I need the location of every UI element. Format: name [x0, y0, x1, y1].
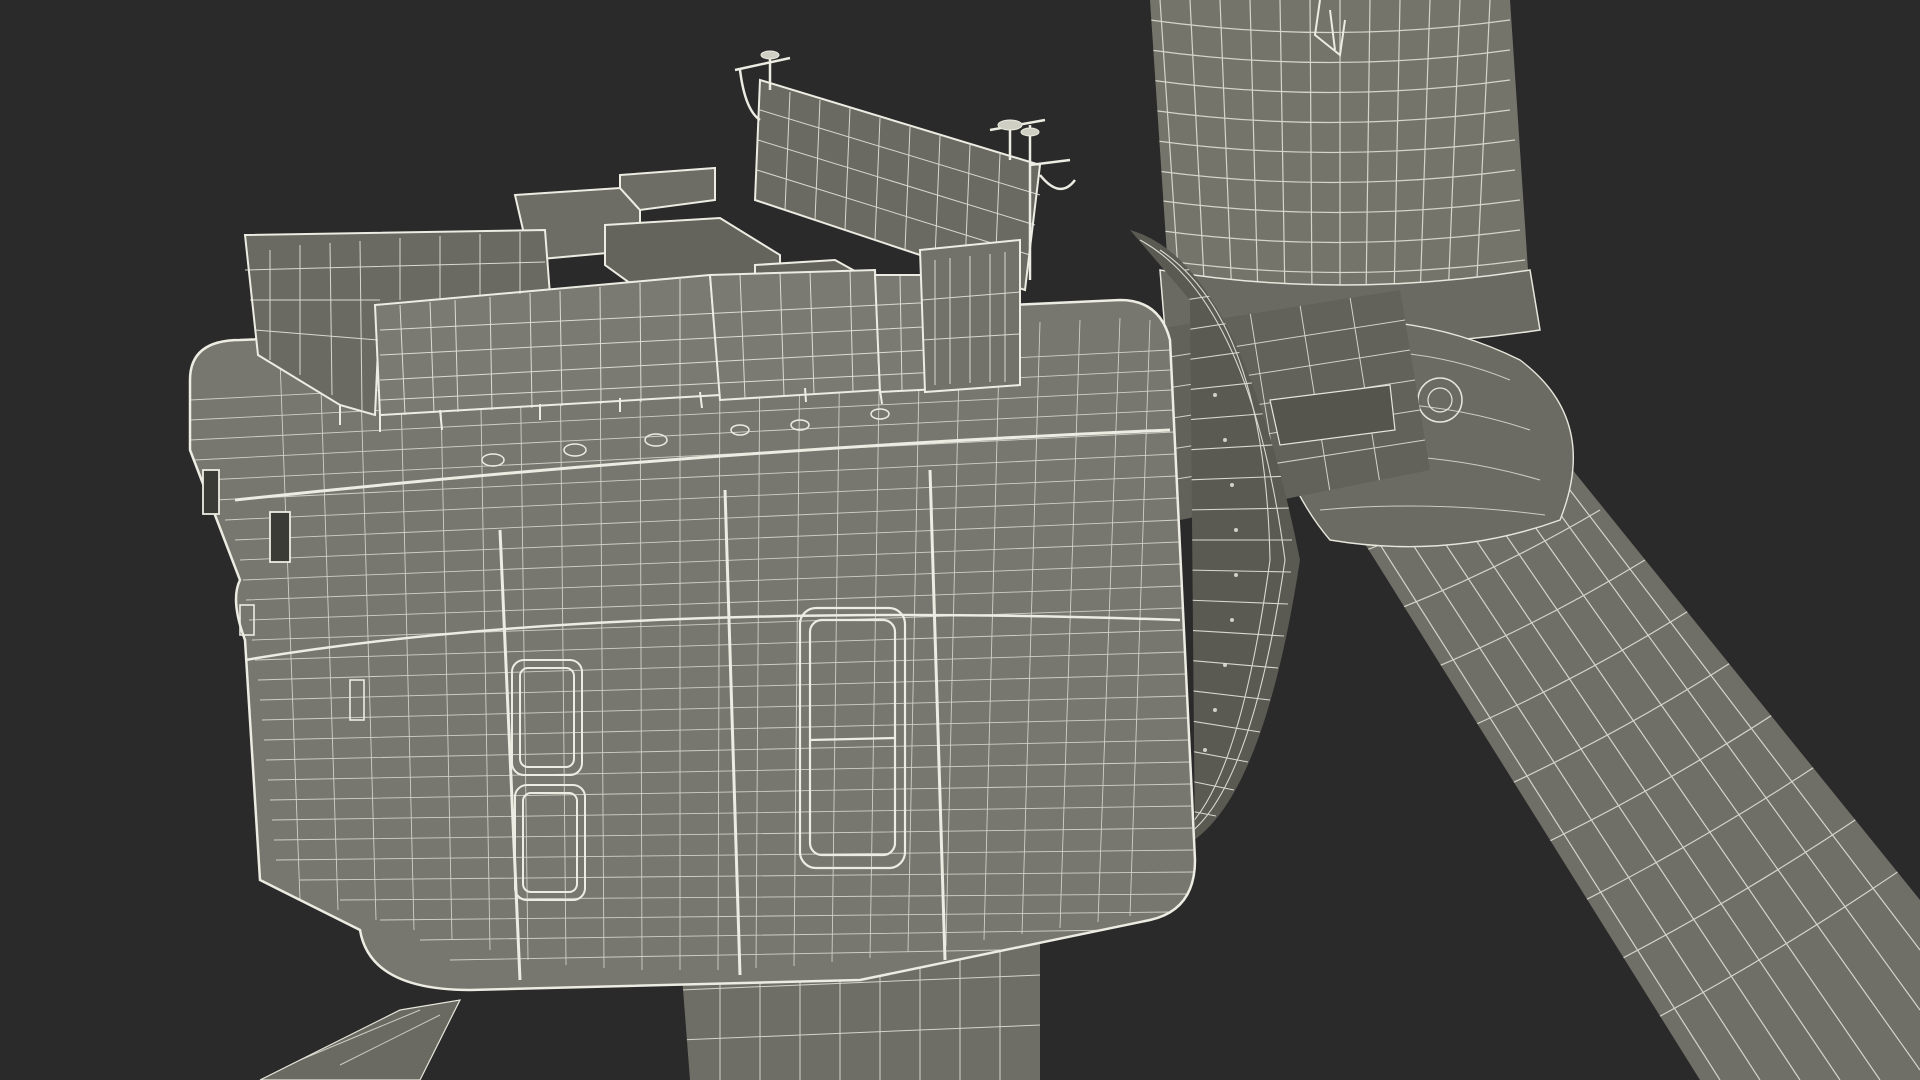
upper-blade	[1150, 0, 1541, 346]
render-viewport	[0, 0, 1920, 1080]
wireframe-scene	[0, 0, 1920, 1080]
